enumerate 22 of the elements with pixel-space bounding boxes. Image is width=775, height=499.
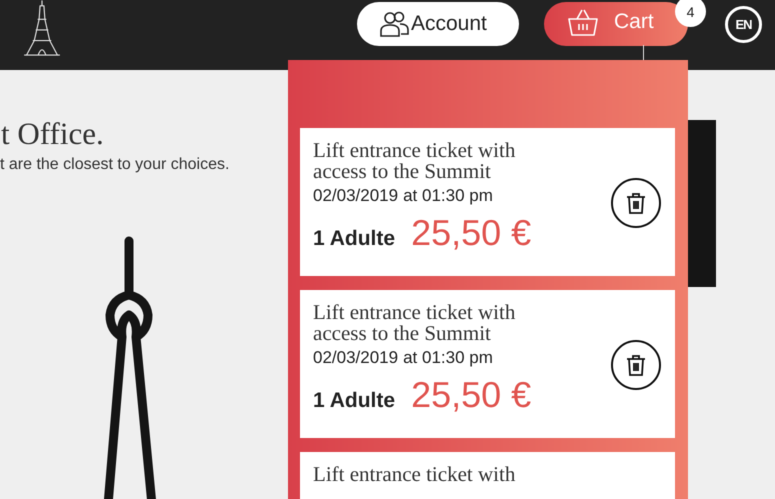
delete-button[interactable] xyxy=(611,340,661,390)
ticket-date: 02/03/2019 xyxy=(313,348,398,368)
ticket-date: 02/03/2019 xyxy=(313,186,398,206)
ticket-price: 25,50 € xyxy=(411,212,532,254)
ticket-quantity: 1 Adulte xyxy=(313,227,396,251)
page-subtitle: t are the closest to your choices. xyxy=(0,156,230,174)
page-heading: t Office. xyxy=(0,116,104,152)
trash-icon xyxy=(626,354,646,376)
account-button[interactable]: Account xyxy=(357,2,519,46)
ticket-title: Lift entrance ticket with xyxy=(313,464,516,485)
trash-icon xyxy=(626,192,646,214)
ticket-quantity: 1 Adulte xyxy=(313,389,396,413)
ticket-title: Lift entrance ticket with access to the Summit xyxy=(313,140,516,182)
delete-button[interactable] xyxy=(611,178,661,228)
ticket-price: 25,50 € xyxy=(411,374,532,416)
ticket-title: Lift entrance ticket with access to the Summit xyxy=(313,302,516,344)
people-icon xyxy=(379,11,409,37)
ticket-time: at 01:30 pm xyxy=(403,186,493,206)
basket-icon xyxy=(568,8,598,36)
eiffel-tower-logo-icon xyxy=(22,0,62,58)
ticket-time: at 01:30 pm xyxy=(403,348,493,368)
language-button[interactable]: EN xyxy=(725,6,762,42)
